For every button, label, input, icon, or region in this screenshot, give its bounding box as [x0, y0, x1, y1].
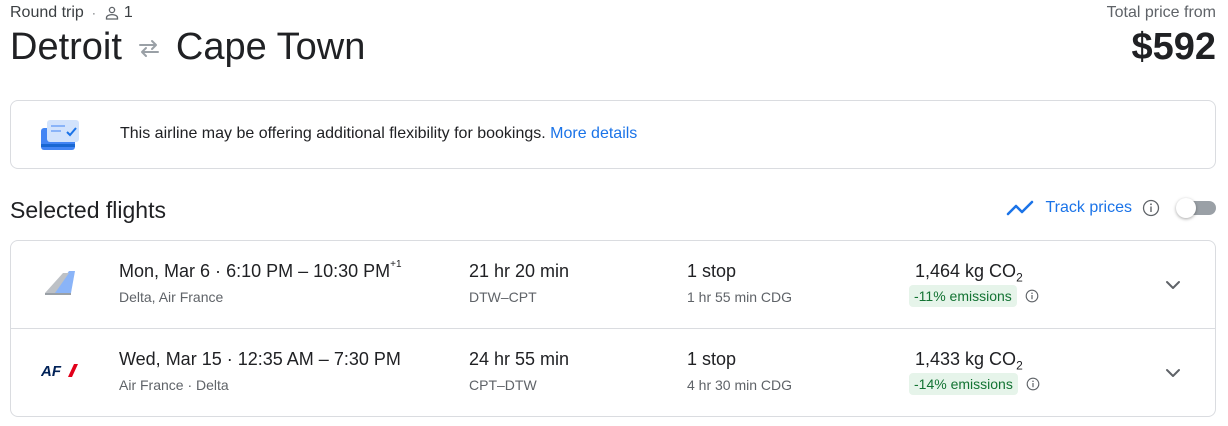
price-summary: Total price from $592 — [1107, 4, 1216, 69]
separator-dot: · — [91, 6, 96, 20]
air-france-logo-text: AF — [41, 363, 62, 380]
emissions-badge: -14% emissions — [909, 373, 1018, 395]
flight-date: Mon, Mar 6 — [119, 261, 211, 281]
flight-row-return[interactable]: AF Wed, Mar 15 · 12:35 AM – 7:30 PM Air … — [11, 329, 1215, 416]
trip-summary: Round trip · 1 — [10, 4, 133, 22]
person-icon — [105, 6, 118, 20]
destination-city: Cape Town — [175, 26, 366, 68]
origin-city: Detroit — [10, 26, 122, 68]
route-title: Detroit Cape Town — [10, 26, 365, 69]
air-france-logo: AF — [41, 363, 78, 380]
co2-value: 1,464 kg CO — [915, 261, 1017, 281]
emissions-info: -14% emissions — [909, 373, 1040, 395]
airline-names: Air France · Delta — [119, 377, 229, 393]
track-prices-control: Track prices — [1005, 198, 1216, 218]
depart-arrive-times: 6:10 PM – 10:30 PM — [226, 261, 391, 281]
flexibility-notice: This airline may be offering additional … — [10, 100, 1216, 169]
info-icon[interactable] — [1142, 199, 1160, 217]
notice-text: This airline may be offering additional … — [120, 125, 546, 142]
swap-arrows-icon — [138, 39, 159, 57]
flight-times: Wed, Mar 15 · 12:35 AM – 7:30 PM — [119, 349, 401, 370]
toggle-knob — [1176, 198, 1196, 218]
flight-duration: 21 hr 20 min — [469, 261, 570, 281]
stop-count: 1 stop — [687, 349, 737, 369]
delta-logo — [45, 271, 75, 295]
total-price: $592 — [1131, 26, 1216, 68]
price-label: Total price from — [1106, 4, 1216, 21]
emissions-info: -11% emissions — [909, 285, 1039, 307]
track-prices-label[interactable]: Track prices — [1045, 199, 1132, 217]
depart-arrive-times: 12:35 AM – 7:30 PM — [237, 349, 401, 369]
stop-count: 1 stop — [687, 261, 737, 281]
trip-type: Round trip — [10, 4, 84, 21]
date-separator: · — [226, 349, 233, 369]
info-icon[interactable] — [1026, 377, 1040, 391]
chevron-down-icon[interactable] — [1161, 361, 1185, 385]
date-separator: · — [215, 261, 222, 281]
trend-line-icon — [1007, 200, 1034, 216]
layover-info: 1 hr 55 min CDG — [687, 289, 793, 305]
track-prices-toggle[interactable] — [1176, 198, 1216, 218]
passenger-number: 1 — [123, 4, 133, 21]
co2-amount: 1,433 kg CO2 — [915, 349, 1023, 373]
selected-flights-list: Mon, Mar 6 · 6:10 PM – 10:30 PM+1 Delta,… — [10, 240, 1216, 417]
flight-duration: 24 hr 55 min — [469, 349, 570, 369]
flight-row-outbound[interactable]: Mon, Mar 6 · 6:10 PM – 10:30 PM+1 Delta,… — [11, 241, 1215, 329]
emissions-badge: -11% emissions — [909, 285, 1017, 307]
section-title: Selected flights — [10, 197, 166, 223]
notice-message: This airline may be offering additional … — [120, 125, 637, 143]
chevron-down-icon[interactable] — [1161, 273, 1185, 297]
flight-date: Wed, Mar 15 — [119, 349, 222, 369]
flight-times: Mon, Mar 6 · 6:10 PM – 10:30 PM+1 — [119, 259, 402, 282]
co2-subscript: 2 — [1016, 270, 1023, 285]
layover-info: 4 hr 30 min CDG — [687, 377, 793, 393]
booking-flexibility-icon — [41, 120, 79, 150]
day-offset: +1 — [390, 259, 402, 270]
airport-codes: CPT–DTW — [469, 377, 537, 393]
passenger-count: 1 — [104, 4, 133, 22]
more-details-link[interactable]: More details — [550, 125, 637, 142]
co2-amount: 1,464 kg CO2 — [915, 261, 1023, 285]
co2-value: 1,433 kg CO — [915, 349, 1017, 369]
co2-subscript: 2 — [1016, 358, 1023, 373]
airline-names: Delta, Air France — [119, 289, 224, 305]
airport-codes: DTW–CPT — [469, 289, 537, 305]
info-icon[interactable] — [1025, 289, 1039, 303]
